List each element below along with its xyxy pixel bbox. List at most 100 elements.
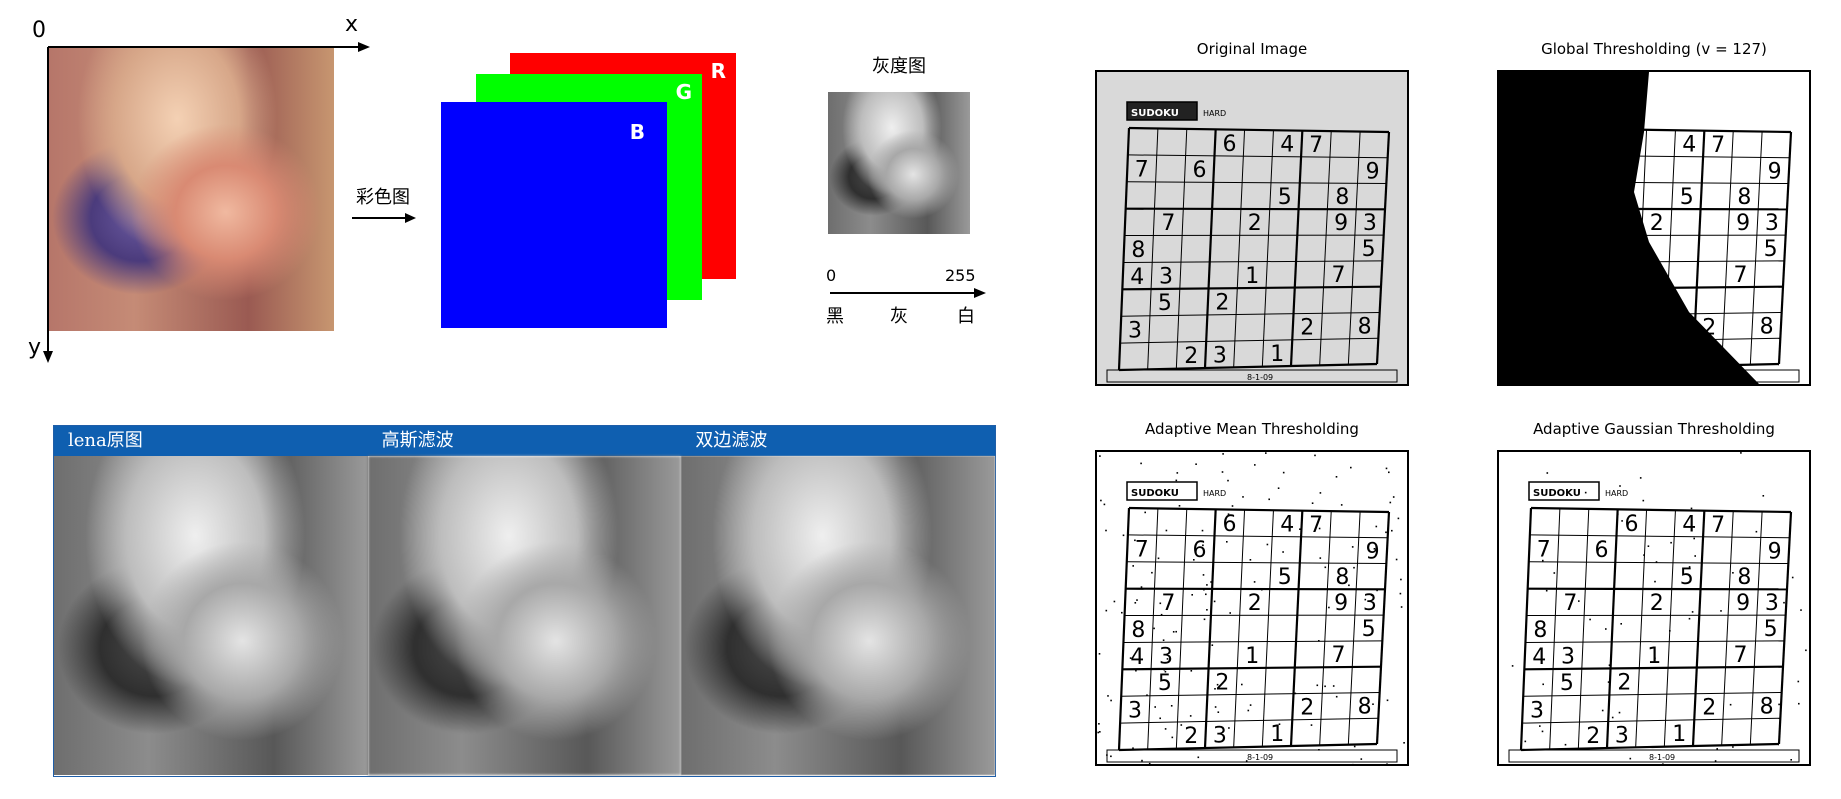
threshold-noise-dot xyxy=(1202,544,1204,547)
threshold-noise-dot xyxy=(1175,479,1178,482)
threshold-noise-dot xyxy=(1578,600,1580,602)
threshold-noise-dot xyxy=(1254,464,1256,466)
sudoku-digit: 6 xyxy=(1625,512,1639,537)
threshold-noise-dot xyxy=(1311,502,1314,504)
sudoku-digit: 6 xyxy=(1223,132,1237,157)
threshold-noise-dot xyxy=(1545,589,1548,592)
threshold-noise-dot xyxy=(1541,730,1544,733)
sudoku-digit: 8 xyxy=(1131,238,1145,263)
sudoku-gaussian-image: SUDOKU HARD 6 4 7 7 6 9 5 8 7 2 9 3 8 5 4 3 1 7 5 2 3 2 8 2 3 1 8-1-… xyxy=(1497,450,1811,766)
thresholding-panel-1: Global Thresholding (v = 127) SUDOKUHARD… xyxy=(1497,40,1811,386)
threshold-noise-dot xyxy=(1134,539,1136,542)
sudoku-digit: 4 xyxy=(1532,645,1546,670)
threshold-noise-dot xyxy=(1203,618,1206,621)
threshold-noise-dot xyxy=(1213,600,1216,603)
threshold-noise-dot xyxy=(1629,757,1632,760)
sudoku-digit: 3 xyxy=(1765,211,1779,236)
sudoku-digit: 2 xyxy=(1184,724,1198,749)
threshold-noise-dot xyxy=(1791,576,1794,579)
sudoku-digit: 2 xyxy=(1184,344,1198,369)
sudoku-footer-text: 8-1-09 xyxy=(1247,373,1273,382)
threshold-noise-dot xyxy=(1266,543,1269,546)
sudoku-digit: 7 xyxy=(1135,537,1149,562)
threshold-noise-dot xyxy=(1714,760,1717,762)
threshold-noise-dot xyxy=(1165,529,1168,532)
threshold-noise-dot xyxy=(1798,702,1800,705)
sudoku-digit: 5 xyxy=(1362,617,1376,642)
sudoku-digit: 6 xyxy=(1223,512,1237,537)
color-arrow xyxy=(352,213,416,223)
threshold-noise-dot xyxy=(1385,531,1387,534)
threshold-noise-dot xyxy=(1694,555,1696,557)
sudoku-digit: 4 xyxy=(1682,513,1696,538)
sudoku-digit: 1 xyxy=(1270,722,1284,747)
channel-b-layer: B xyxy=(441,102,667,328)
threshold-noise-dot xyxy=(1619,485,1621,487)
threshold-noise-dot xyxy=(1144,511,1146,514)
threshold-noise-dot xyxy=(1386,699,1389,702)
sudoku-digit: 7 xyxy=(1135,157,1149,182)
gray-image-title: 灰度图 xyxy=(872,56,926,77)
threshold-noise-dot xyxy=(1134,602,1137,604)
threshold-noise-dot xyxy=(1732,746,1734,748)
sudoku-digit: 6 xyxy=(1594,538,1608,563)
threshold-noise-dot xyxy=(1607,681,1610,683)
threshold-noise-dot xyxy=(1214,706,1217,708)
sudoku-mean-image: SUDOKU HARD 6 4 7 7 6 9 5 8 7 2 9 3 8 5 4 3 1 7 5 2 3 2 8 2 3 1 8-1-… xyxy=(1095,450,1409,766)
sudoku-gaussian-svg: SUDOKU HARD6 4 77 6 95 87 2 9 38 54 3 1 75 23 2 82 3 18-1-… xyxy=(1499,452,1809,764)
threshold-noise-dot xyxy=(1370,594,1373,597)
sudoku-digit: 9 xyxy=(1334,211,1348,236)
thresholding-panel-0: Original Image SUDOKU HARD 6 4 7 7 6 9 5 8 7 2 9 3 8 5 4… xyxy=(1095,40,1409,386)
threshold-noise-dot xyxy=(1318,749,1320,751)
threshold-noise-dot xyxy=(1105,609,1108,612)
threshold-noise-dot xyxy=(1690,507,1693,510)
threshold-noise-dot xyxy=(1389,501,1392,504)
sudoku-level-text: HARD xyxy=(1203,489,1226,498)
filter-title-gaussian: 高斯滤波 xyxy=(381,430,454,451)
sudoku-digit: 8 xyxy=(1760,315,1774,340)
gray-scale-min: 0 xyxy=(826,266,837,285)
threshold-noise-dot xyxy=(1135,669,1137,672)
sudoku-digit: 3 xyxy=(1159,645,1173,670)
threshold-noise-dot xyxy=(1611,716,1614,719)
sudoku-header-text: SUDOKU xyxy=(1131,108,1179,119)
sudoku-digit: 1 xyxy=(1672,722,1686,747)
sudoku-digit: 5 xyxy=(1764,237,1778,262)
sudoku-digit: 1 xyxy=(1270,342,1284,367)
threshold-noise-dot xyxy=(1166,658,1169,660)
threshold-noise-dot xyxy=(1403,742,1405,744)
sudoku-original-svg: SUDOKU HARD6 4 77 6 95 87 2 9 38 54 3 1 75 23 2 82 3 18-1-… xyxy=(1097,72,1407,384)
sudoku-digit: 9 xyxy=(1366,160,1380,185)
sudoku-digit: 4 xyxy=(1682,133,1696,158)
threshold-noise-dot xyxy=(1159,602,1162,605)
threshold-noise-dot xyxy=(1132,565,1134,567)
threshold-noise-dot xyxy=(1332,685,1335,687)
gray-model-diagram: 灰度图 0 255 黑 灰 白 xyxy=(820,40,990,330)
threshold-noise-dot xyxy=(1790,759,1792,761)
threshold-noise-dot xyxy=(1310,724,1313,726)
threshold-noise-dot xyxy=(1601,709,1604,712)
threshold-noise-dot xyxy=(1805,649,1807,652)
threshold-noise-dot xyxy=(1099,455,1101,457)
threshold-noise-dot xyxy=(1129,657,1132,659)
threshold-noise-dot xyxy=(1164,670,1167,673)
gray-scale-max: 255 xyxy=(945,266,976,285)
filter-header: lena原图 高斯滤波 双边滤波 xyxy=(54,426,995,456)
sudoku-digit: 8 xyxy=(1533,618,1547,643)
threshold-noise-dot xyxy=(1159,717,1161,720)
threshold-noise-dot xyxy=(1395,558,1398,561)
threshold-noise-dot xyxy=(1328,606,1330,609)
threshold-noise-dot xyxy=(1206,609,1208,611)
threshold-noise-dot xyxy=(1097,731,1099,734)
panel-title-mean: Adaptive Mean Thresholding xyxy=(1145,420,1359,438)
threshold-noise-dot xyxy=(1360,758,1363,760)
sudoku-digit: 3 xyxy=(1561,645,1575,670)
threshold-noise-dot xyxy=(1348,584,1350,587)
threshold-noise-dot xyxy=(1621,520,1623,522)
threshold-noise-dot xyxy=(1564,743,1567,746)
threshold-noise-dot xyxy=(1546,472,1549,474)
threshold-noise-dot xyxy=(1643,554,1645,556)
gray-mid-label: 灰 xyxy=(890,306,908,327)
threshold-noise-dot xyxy=(1226,541,1228,543)
threshold-noise-dot xyxy=(1170,705,1173,707)
